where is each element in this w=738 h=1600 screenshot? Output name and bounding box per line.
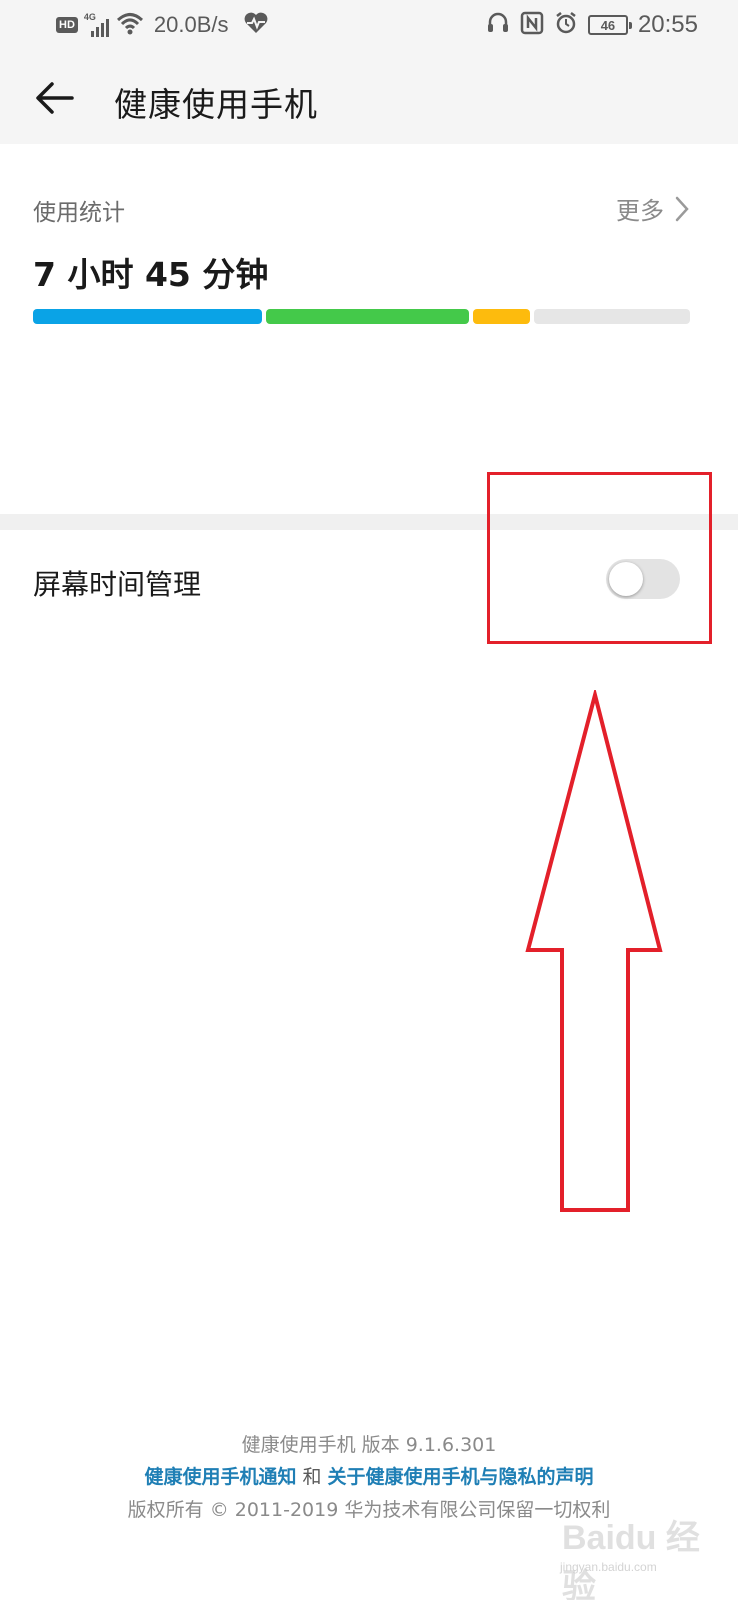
status-bar: HD 4G 20.0B/s 46 20:55 <box>0 0 738 52</box>
highlight-box <box>487 472 712 644</box>
signal-icon: 4G <box>84 12 110 38</box>
usage-segment-4 <box>534 309 690 324</box>
version-info: 健康使用手机 版本 9.1.6.301 <box>241 1434 497 1456</box>
more-button[interactable]: 更多 <box>616 191 690 226</box>
screen-time-label: 屏幕时间管理 <box>33 568 202 601</box>
usage-stats-label: 使用统计 <box>33 200 125 226</box>
nfc-icon <box>520 11 544 40</box>
page-title: 健康使用手机 <box>114 85 318 124</box>
up-arrow-annotation <box>525 690 663 1212</box>
baidu-watermark: Baidu 经验 jingyan.baidu.com <box>552 1480 722 1600</box>
clock: 20:55 <box>637 11 698 38</box>
chevron-right-icon <box>675 196 689 221</box>
headset-icon <box>486 11 510 40</box>
status-bar-left: HD 4G 20.0B/s <box>56 10 269 40</box>
and-text: 和 <box>296 1466 328 1488</box>
alarm-icon <box>554 11 578 40</box>
usage-bar <box>33 309 691 324</box>
hd-icon: HD <box>56 17 78 33</box>
usage-segment-3 <box>473 309 530 324</box>
network-speed: 20.0B/s <box>153 12 229 37</box>
usage-segment-1 <box>33 309 262 324</box>
app-bar: 健康使用手机 <box>0 52 738 144</box>
heartbeat-icon <box>243 11 269 40</box>
usage-segment-2 <box>266 309 469 324</box>
back-button[interactable] <box>30 72 82 124</box>
status-bar-right: 46 20:55 <box>486 10 698 40</box>
wifi-icon <box>116 11 144 40</box>
more-label: 更多 <box>616 197 664 225</box>
back-arrow-icon <box>36 82 74 114</box>
usage-total-time: 7 小时 45 分钟 <box>33 255 269 294</box>
notice-link[interactable]: 健康使用手机通知 <box>144 1466 296 1488</box>
watermark-sub: jingyan.baidu.com <box>560 1560 657 1574</box>
battery-icon: 46 <box>587 15 632 35</box>
watermark-brand: Baidu 经验 <box>562 1519 700 1600</box>
